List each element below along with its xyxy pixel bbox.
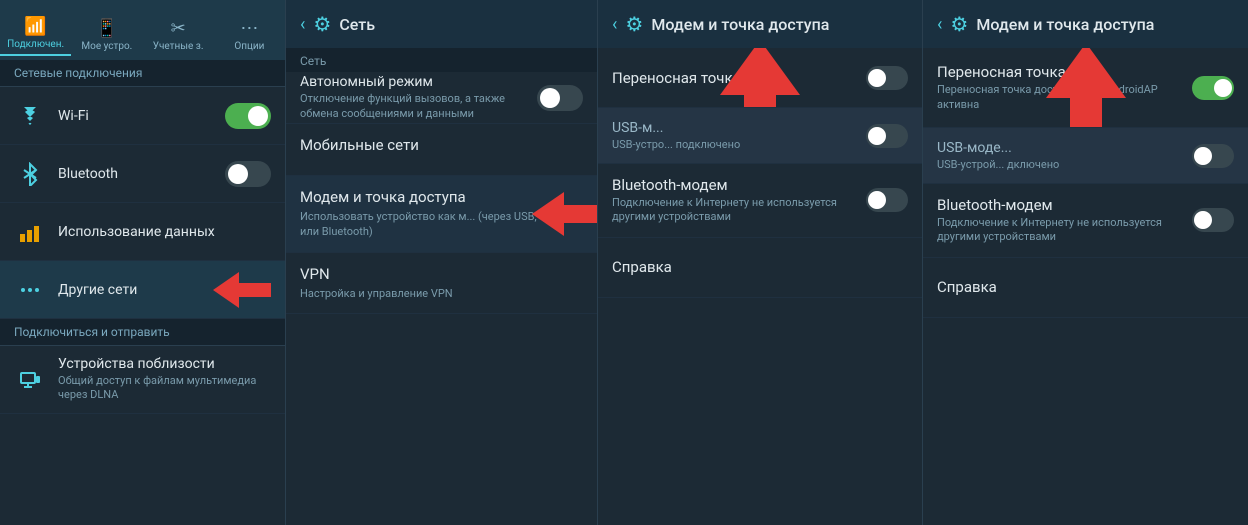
network-section-label: Сеть [286,48,597,72]
back-icon[interactable]: ‹ [300,14,305,35]
mobile-label: Мобильные сети [300,136,583,154]
hotspot-toggle-4[interactable] [1192,76,1234,100]
panel-modem-4: ‹ ⚙ Модем и точка доступа Переносная точ… [923,0,1248,525]
tab-options[interactable]: ⋯ Опции [214,14,285,56]
hotspot-label-3: Переносная точка дос.. [612,69,866,87]
modem-arrow [532,192,597,236]
arrow-left-indicator [213,272,271,308]
hotspot-label-4: Переносная точка дос.. [937,63,1192,81]
data-label: Использование данных [58,224,271,240]
bt-modem-toggle-3[interactable] [866,188,908,212]
wifi-item[interactable]: Wi-Fi [0,87,285,145]
hotspot-subtitle-4: Переносная точка доступа Wi-Fi AndroidAP… [937,83,1192,112]
usb-label-4: USB-моде... [937,140,1192,156]
help-item-4[interactable]: Справка [923,258,1248,318]
accounts-icon: ✂ [171,18,186,39]
bluetooth-item[interactable]: Bluetooth [0,145,285,203]
options-icon: ⋯ [240,18,258,39]
modem-title-4: Модем и точка доступа [976,15,1154,34]
wifi-icon [14,100,46,132]
modem-hotspot-item[interactable]: Модем и точка доступа Использовать устро… [286,176,597,253]
data-icon [14,216,46,248]
connections-icon: 📶 [24,16,46,37]
nearby-devices-item[interactable]: Устройства поблизости Общий доступ к фай… [0,346,285,414]
mobile-networks-item[interactable]: Мобильные сети [286,124,597,176]
other-networks-label: Другие сети [58,282,213,298]
usb-subtitle-3: USB-устро... подключено [612,138,866,151]
tab-connections[interactable]: 📶 Подключен. [0,12,71,56]
bluetooth-label: Bluetooth [58,166,225,182]
settings-icon: ⚙ [313,12,331,36]
back-icon-4[interactable]: ‹ [937,14,942,35]
bluetooth-icon [14,158,46,190]
bt-modem-label-4: Bluetooth-модем [937,196,1192,214]
modem-title-3: Модем и точка доступа [651,15,829,34]
connect-send-header: Подключиться и отправить [0,319,285,346]
tab-mydevice[interactable]: 📱 Мое устро. [71,14,142,56]
portable-hotspot-item-4[interactable]: Переносная точка дос.. Переносная точка … [923,48,1248,128]
usb-toggle-4[interactable] [1192,144,1234,168]
nearby-label: Устройства поблизости [58,356,271,372]
wifi-label: Wi-Fi [58,108,225,124]
bt-modem-subtitle-3: Подключение к Интернету не используется … [612,196,866,225]
bt-modem-item-4[interactable]: Bluetooth-модем Подключение к Интернету … [923,184,1248,258]
bt-modem-toggle-4[interactable] [1192,208,1234,232]
tab-bar: 📶 Подключен. 📱 Мое устро. ✂ Учетные з. ⋯… [0,0,285,60]
modem-header-3: ‹ ⚙ Модем и точка доступа [598,0,922,48]
mydevice-icon: 📱 [96,18,118,39]
help-label-3: Справка [612,258,908,276]
usb-toggle-3[interactable] [866,124,908,148]
other-networks-icon [14,274,46,306]
hotspot-toggle-3[interactable] [866,66,908,90]
network-title: Сеть [339,15,375,34]
panel-network: ‹ ⚙ Сеть Сеть Автономный режим Отключени… [286,0,598,525]
bt-modem-label-3: Bluetooth-модем [612,176,866,194]
settings-icon-3: ⚙ [625,12,643,36]
bt-modem-subtitle-4: Подключение к Интернету не используется … [937,216,1192,245]
nearby-subtitle: Общий доступ к файлам мультимедиа через … [58,374,271,403]
nearby-icon [14,363,46,395]
bt-modem-item-3[interactable]: Bluetooth-модем Подключение к Интернету … [598,164,922,238]
portable-hotspot-item-3[interactable]: Переносная точка дос.. [598,48,922,108]
usb-modem-item-4[interactable]: USB-моде... USB-устрой... дключено [923,128,1248,184]
modem-header-4: ‹ ⚙ Модем и точка доступа [923,0,1248,48]
other-networks-item[interactable]: Другие сети [0,261,285,319]
vpn-subtitle: Настройка и управление VPN [300,286,583,301]
vpn-item[interactable]: VPN Настройка и управление VPN [286,253,597,314]
help-item-3[interactable]: Справка [598,238,922,298]
settings-icon-4: ⚙ [950,12,968,36]
airplane-subtitle: Отключение функций вызовов, а также обме… [300,92,537,121]
usb-modem-item-3[interactable]: USB-м... USB-устро... подключено [598,108,922,164]
data-usage-item[interactable]: Использование данных [0,203,285,261]
airplane-toggle[interactable] [537,85,583,111]
back-icon-3[interactable]: ‹ [612,14,617,35]
network-header: ‹ ⚙ Сеть [286,0,597,48]
usb-subtitle-4: USB-устрой... дключено [937,158,1192,171]
panel-connections: 📶 Подключен. 📱 Мое устро. ✂ Учетные з. ⋯… [0,0,286,525]
vpn-label: VPN [300,265,583,283]
bluetooth-toggle[interactable] [225,161,271,187]
usb-label-3: USB-м... [612,120,866,136]
airplane-label: Автономный режим [300,74,537,90]
network-section-header: Сетевые подключения [0,60,285,87]
wifi-toggle[interactable] [225,103,271,129]
panel-modem-3: ‹ ⚙ Модем и точка доступа Переносная точ… [598,0,923,525]
tab-accounts[interactable]: ✂ Учетные з. [143,14,214,56]
help-label-4: Справка [937,278,1234,296]
airplane-mode-item[interactable]: Автономный режим Отключение функций вызо… [286,72,597,124]
